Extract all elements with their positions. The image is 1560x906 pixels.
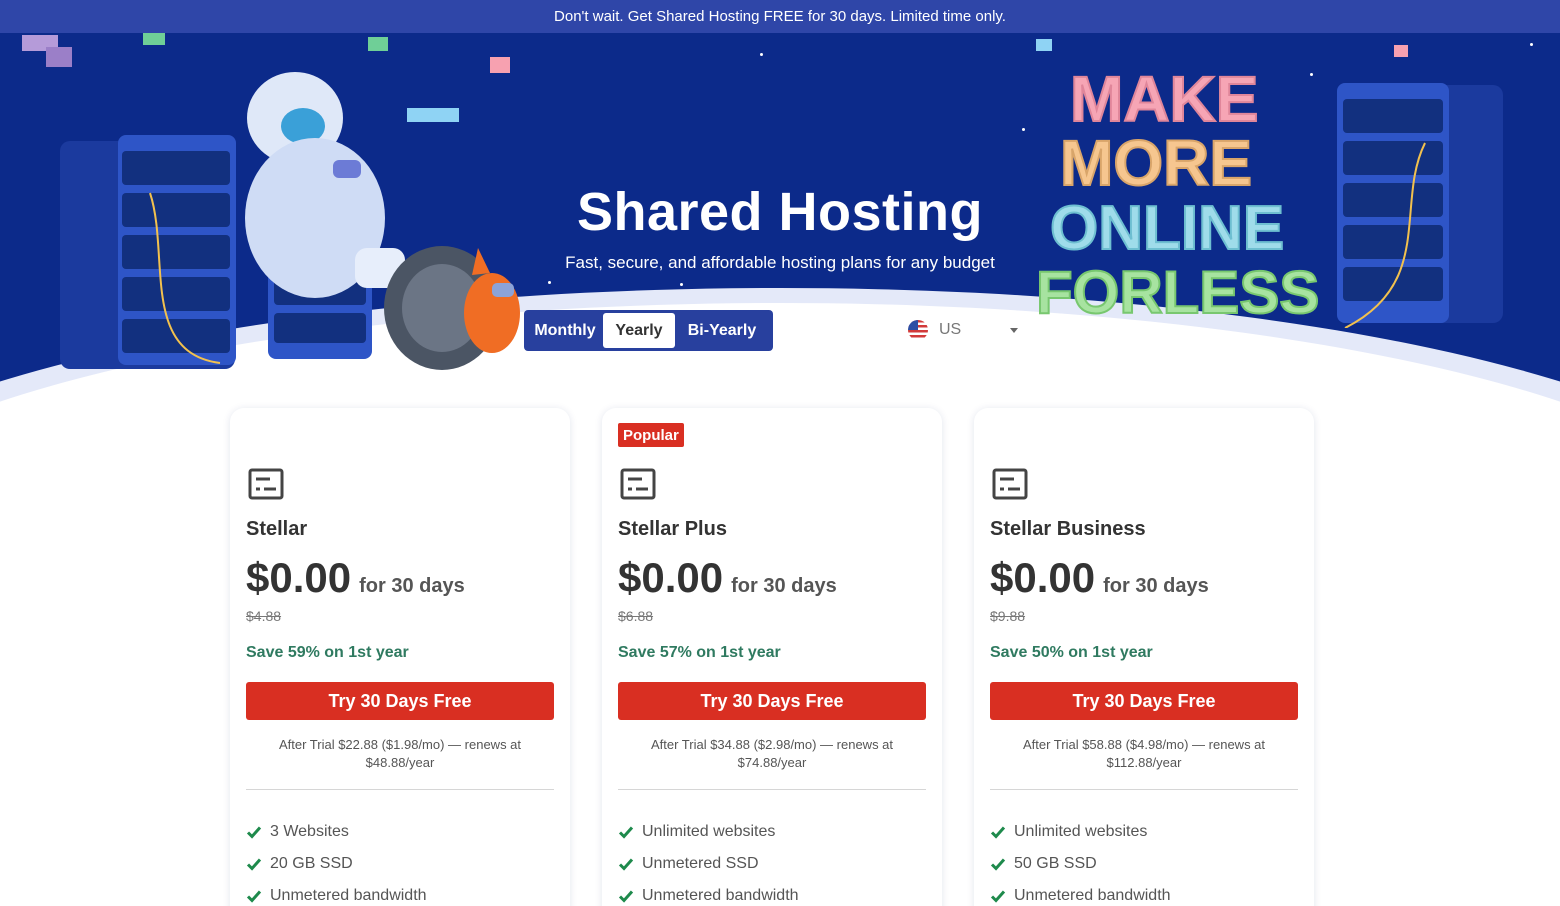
- check-icon: [246, 890, 262, 903]
- server-plan-icon: [248, 468, 284, 500]
- after-trial-text: After Trial $22.88 ($1.98/mo) — renews a…: [278, 737, 522, 770]
- us-flag-icon: [908, 320, 928, 340]
- try-free-button[interactable]: Try 30 Days Free: [246, 682, 554, 720]
- after-trial-text: After Trial $34.88 ($2.98/mo) — renews a…: [650, 737, 894, 770]
- plan-price: $0.00: [618, 554, 724, 601]
- floating-cube-icon: [368, 37, 388, 51]
- check-icon: [990, 858, 1006, 871]
- price-row: $0.00 for 30 days: [618, 554, 837, 602]
- feature-list: Unlimited websites Unmetered SSD Unmeter…: [618, 816, 799, 906]
- feature-item: 20 GB SSD: [246, 848, 427, 880]
- try-free-button[interactable]: Try 30 Days Free: [990, 682, 1298, 720]
- check-icon: [618, 890, 634, 903]
- plan-card-stellar-plus: Popular Stellar Plus $0.00 for 30 days $…: [602, 408, 942, 906]
- savings-text: Save 50% on 1st year: [990, 644, 1153, 661]
- page-subtitle: Fast, secure, and affordable hosting pla…: [565, 253, 995, 272]
- original-price: $6.88: [618, 608, 654, 624]
- floating-cube-icon: [1394, 45, 1408, 57]
- savings-text: Save 57% on 1st year: [618, 644, 781, 661]
- price-row: $0.00 for 30 days: [246, 554, 465, 602]
- check-icon: [990, 826, 1006, 839]
- chevron-down-icon: [1010, 327, 1018, 333]
- star: [760, 53, 763, 56]
- plan-period: for 30 days: [359, 575, 465, 597]
- check-icon: [246, 858, 262, 871]
- datacenter-select[interactable]: US: [898, 311, 1028, 349]
- feature-label: 20 GB SSD: [270, 855, 353, 872]
- feature-item: Unmetered bandwidth: [618, 880, 799, 906]
- plan-name: Stellar Plus: [618, 518, 727, 540]
- feature-label: Unmetered SSD: [642, 855, 759, 872]
- popular-badge: Popular: [618, 423, 684, 447]
- plan-name: Stellar Business: [990, 518, 1146, 540]
- check-icon: [618, 826, 634, 839]
- savings-text: Save 59% on 1st year: [246, 644, 409, 661]
- server-plan-icon: [620, 468, 656, 500]
- floating-bar-icon: [407, 108, 459, 122]
- feature-label: Unmetered bandwidth: [270, 887, 427, 904]
- feature-label: Unmetered bandwidth: [642, 887, 799, 904]
- feature-label: Unlimited websites: [1014, 823, 1148, 840]
- star: [1022, 128, 1025, 131]
- datacenter-label: Data center: [805, 320, 888, 337]
- feature-list: Unlimited websites 50 GB SSD Unmetered b…: [990, 816, 1171, 906]
- promo-banner[interactable]: Don't wait. Get Shared Hosting FREE for …: [0, 0, 1560, 33]
- feature-label: 3 Websites: [270, 823, 349, 840]
- feature-list: 3 Websites 20 GB SSD Unmetered bandwidth: [246, 816, 427, 906]
- billing-option-monthly[interactable]: Monthly: [527, 313, 603, 348]
- divider: [990, 789, 1298, 790]
- plan-name: Stellar: [246, 518, 308, 540]
- datacenter-value: US: [939, 321, 962, 338]
- divider: [246, 789, 554, 790]
- server-plan-icon: [992, 468, 1028, 500]
- star: [548, 281, 551, 284]
- feature-item: Unlimited websites: [990, 816, 1171, 848]
- hedgehog-fox-illustration: [384, 246, 520, 370]
- check-icon: [618, 858, 634, 871]
- billing-option-biyearly[interactable]: Bi-Yearly: [675, 313, 769, 348]
- star: [680, 283, 683, 286]
- after-trial-text: After Trial $58.88 ($4.98/mo) — renews a…: [1022, 737, 1266, 770]
- hero-section: MAKE MORE ONLINE FORLESS Shared Hosting …: [0, 33, 1560, 443]
- try-free-button[interactable]: Try 30 Days Free: [618, 682, 926, 720]
- feature-item: Unmetered bandwidth: [246, 880, 427, 906]
- feature-item: 50 GB SSD: [990, 848, 1171, 880]
- feature-item: Unlimited websites: [618, 816, 799, 848]
- plan-price: $0.00: [246, 554, 352, 601]
- check-icon: [246, 826, 262, 839]
- promo-text: Don't wait. Get Shared Hosting FREE for …: [554, 8, 1006, 25]
- billing-period-toggle: Monthly Yearly Bi-Yearly: [524, 310, 773, 351]
- svg-text:MAKE: MAKE: [1070, 63, 1258, 135]
- floating-cube-icon: [490, 57, 510, 73]
- feature-item: Unmetered SSD: [618, 848, 799, 880]
- plan-period: for 30 days: [1103, 575, 1209, 597]
- price-row: $0.00 for 30 days: [990, 554, 1209, 602]
- feature-item: Unmetered bandwidth: [990, 880, 1171, 906]
- billing-option-yearly[interactable]: Yearly: [603, 313, 675, 348]
- plan-price: $0.00: [990, 554, 1096, 601]
- star: [1530, 43, 1533, 46]
- floating-blocks-icon: [22, 35, 72, 67]
- plan-card-stellar-business: Stellar Business $0.00 for 30 days $9.88…: [974, 408, 1314, 906]
- plan-period: for 30 days: [731, 575, 837, 597]
- original-price: $4.88: [246, 608, 282, 624]
- page-title: Shared Hosting: [576, 182, 984, 242]
- feature-label: Unmetered bandwidth: [1014, 887, 1171, 904]
- divider: [618, 789, 926, 790]
- floating-cube-icon: [143, 33, 165, 45]
- original-price: $9.88: [990, 608, 1026, 624]
- check-icon: [990, 890, 1006, 903]
- billing-savings-note: Save up to 68% with yearly and bi-yearly…: [663, 376, 897, 388]
- feature-item: 3 Websites: [246, 816, 427, 848]
- feature-label: Unlimited websites: [642, 823, 776, 840]
- plan-card-stellar: Stellar $0.00 for 30 days $4.88 Save 59%…: [230, 408, 570, 906]
- feature-label: 50 GB SSD: [1014, 855, 1097, 872]
